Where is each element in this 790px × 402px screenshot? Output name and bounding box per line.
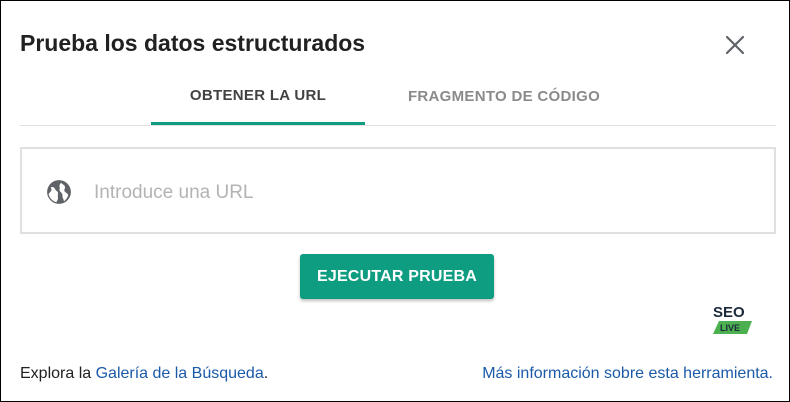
footer-explore: Explora la Galería de la Búsqueda. [20,365,268,383]
more-info-link[interactable]: Más información sobre esta herramienta. [482,365,773,383]
search-gallery-link[interactable]: Galería de la Búsqueda [96,365,264,382]
dialog-title: Prueba los datos estructurados [20,30,366,56]
footer-explore-suffix: . [263,365,269,382]
url-input[interactable] [92,173,756,213]
tab-bar: OBTENER LA URL FRAGMENTO DE CÓDIGO [20,69,776,126]
globe-icon [46,179,72,205]
url-input-box [20,147,776,234]
watermark-bottom-text: LIVE [720,323,740,333]
close-icon[interactable] [721,31,749,59]
tab-code-snippet[interactable]: FRAGMENTO DE CÓDIGO [373,69,635,124]
tab-fetch-url[interactable]: OBTENER LA URL [151,69,365,125]
watermark-top-text: SEO [713,304,745,321]
seo-alive-logo: SEO LIVE [709,301,757,337]
footer-explore-prefix: Explora la [20,365,96,382]
run-test-button[interactable]: EJECUTAR PRUEBA [300,254,494,299]
structured-data-test-dialog: Prueba los datos estructurados OBTENER L… [0,0,790,402]
